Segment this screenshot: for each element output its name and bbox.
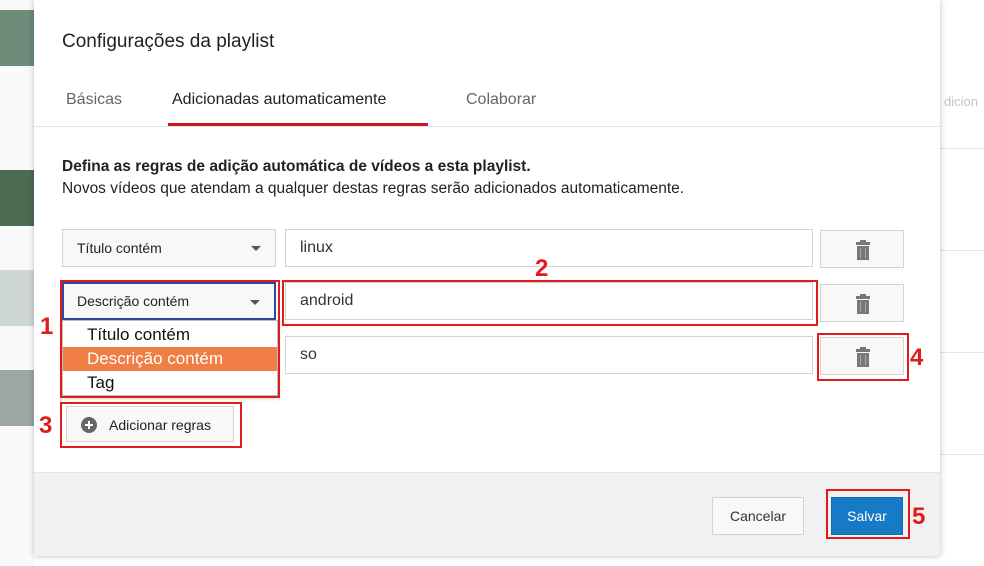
background-thumbnail [0, 170, 34, 226]
background-divider [940, 148, 984, 149]
rule-condition-value: Título contém [77, 240, 162, 256]
rules-description: Defina as regras de adição automática de… [62, 156, 684, 200]
annotation-number-3: 3 [39, 412, 53, 439]
rule-value-input[interactable] [285, 229, 813, 267]
background-divider [940, 250, 984, 251]
rule-value-input[interactable] [285, 336, 813, 374]
annotation-box-2 [282, 280, 818, 326]
annotation-box-5 [826, 489, 910, 539]
chevron-down-icon [251, 246, 261, 251]
rules-description-text: Novos vídeos que atendam a qualquer dest… [62, 180, 685, 197]
trash-icon [856, 240, 870, 260]
annotation-number-2: 2 [535, 255, 549, 282]
annotation-number-4: 4 [910, 344, 924, 371]
rule-condition-select[interactable]: Título contém [62, 229, 276, 267]
annotation-number-1: 1 [40, 313, 54, 340]
delete-rule-button[interactable] [820, 284, 904, 322]
tab-basicas[interactable]: Básicas [66, 91, 122, 109]
cancel-button[interactable]: Cancelar [712, 497, 804, 535]
background-divider [940, 352, 984, 353]
annotation-box-1 [60, 280, 280, 398]
annotation-box-3 [60, 402, 242, 448]
background-thumbnail [0, 10, 34, 66]
dialog-title: Configurações da playlist [62, 31, 275, 52]
tab-colaborar[interactable]: Colaborar [466, 91, 536, 109]
background-label: dicion [944, 94, 978, 109]
playlist-settings-dialog: Configurações da playlist Básicas Adicio… [34, 0, 940, 556]
rules-description-heading: Defina as regras de adição automática de… [62, 158, 531, 175]
tab-adicionadas-automaticamente[interactable]: Adicionadas automaticamente [172, 91, 386, 109]
background-divider [940, 454, 984, 455]
trash-icon [856, 294, 870, 314]
delete-rule-button[interactable] [820, 230, 904, 268]
dialog-footer: Cancelar Salvar [34, 472, 940, 556]
background-thumbnail [0, 270, 34, 326]
annotation-box-4 [817, 333, 909, 381]
active-tab-indicator [168, 123, 428, 126]
tab-bar: Básicas Adicionadas automaticamente Cola… [34, 80, 940, 127]
background-thumbnail [0, 370, 34, 426]
annotation-number-5: 5 [912, 503, 926, 530]
